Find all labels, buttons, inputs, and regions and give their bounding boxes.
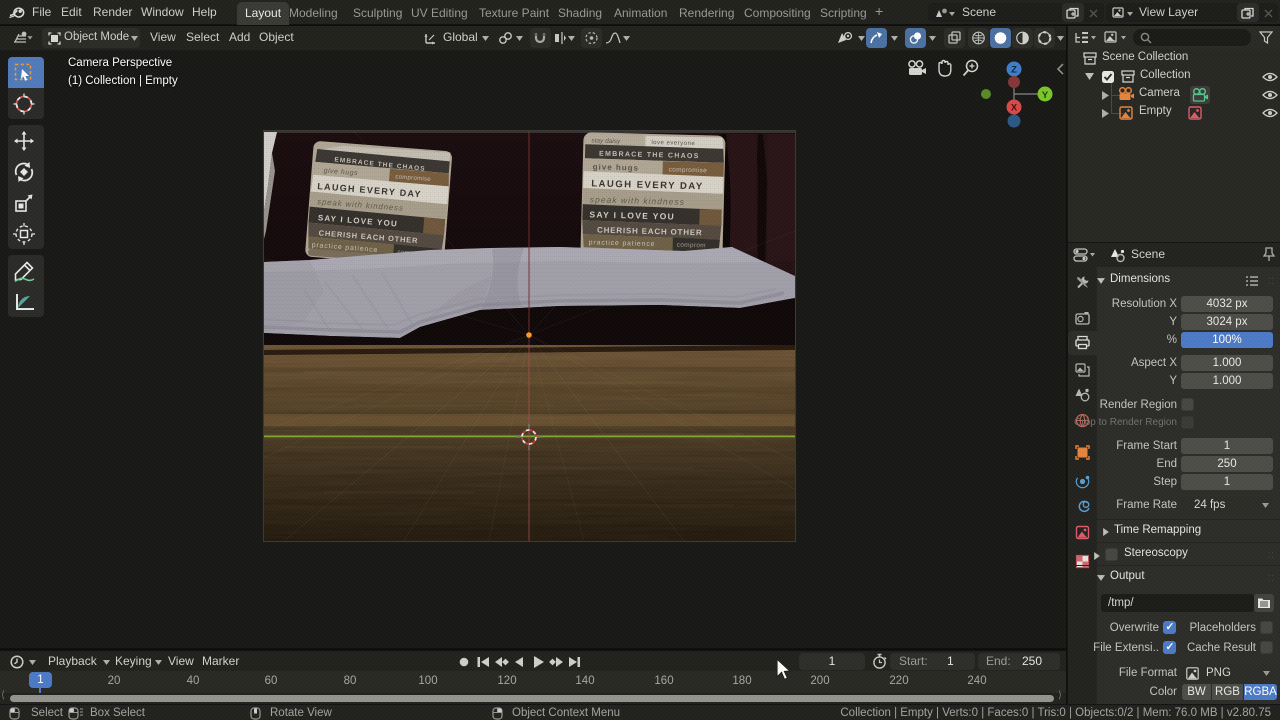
svg-text:Y: Y [1042,90,1049,101]
svg-text:Z: Z [1011,65,1017,76]
svg-text:X: X [1011,103,1018,114]
